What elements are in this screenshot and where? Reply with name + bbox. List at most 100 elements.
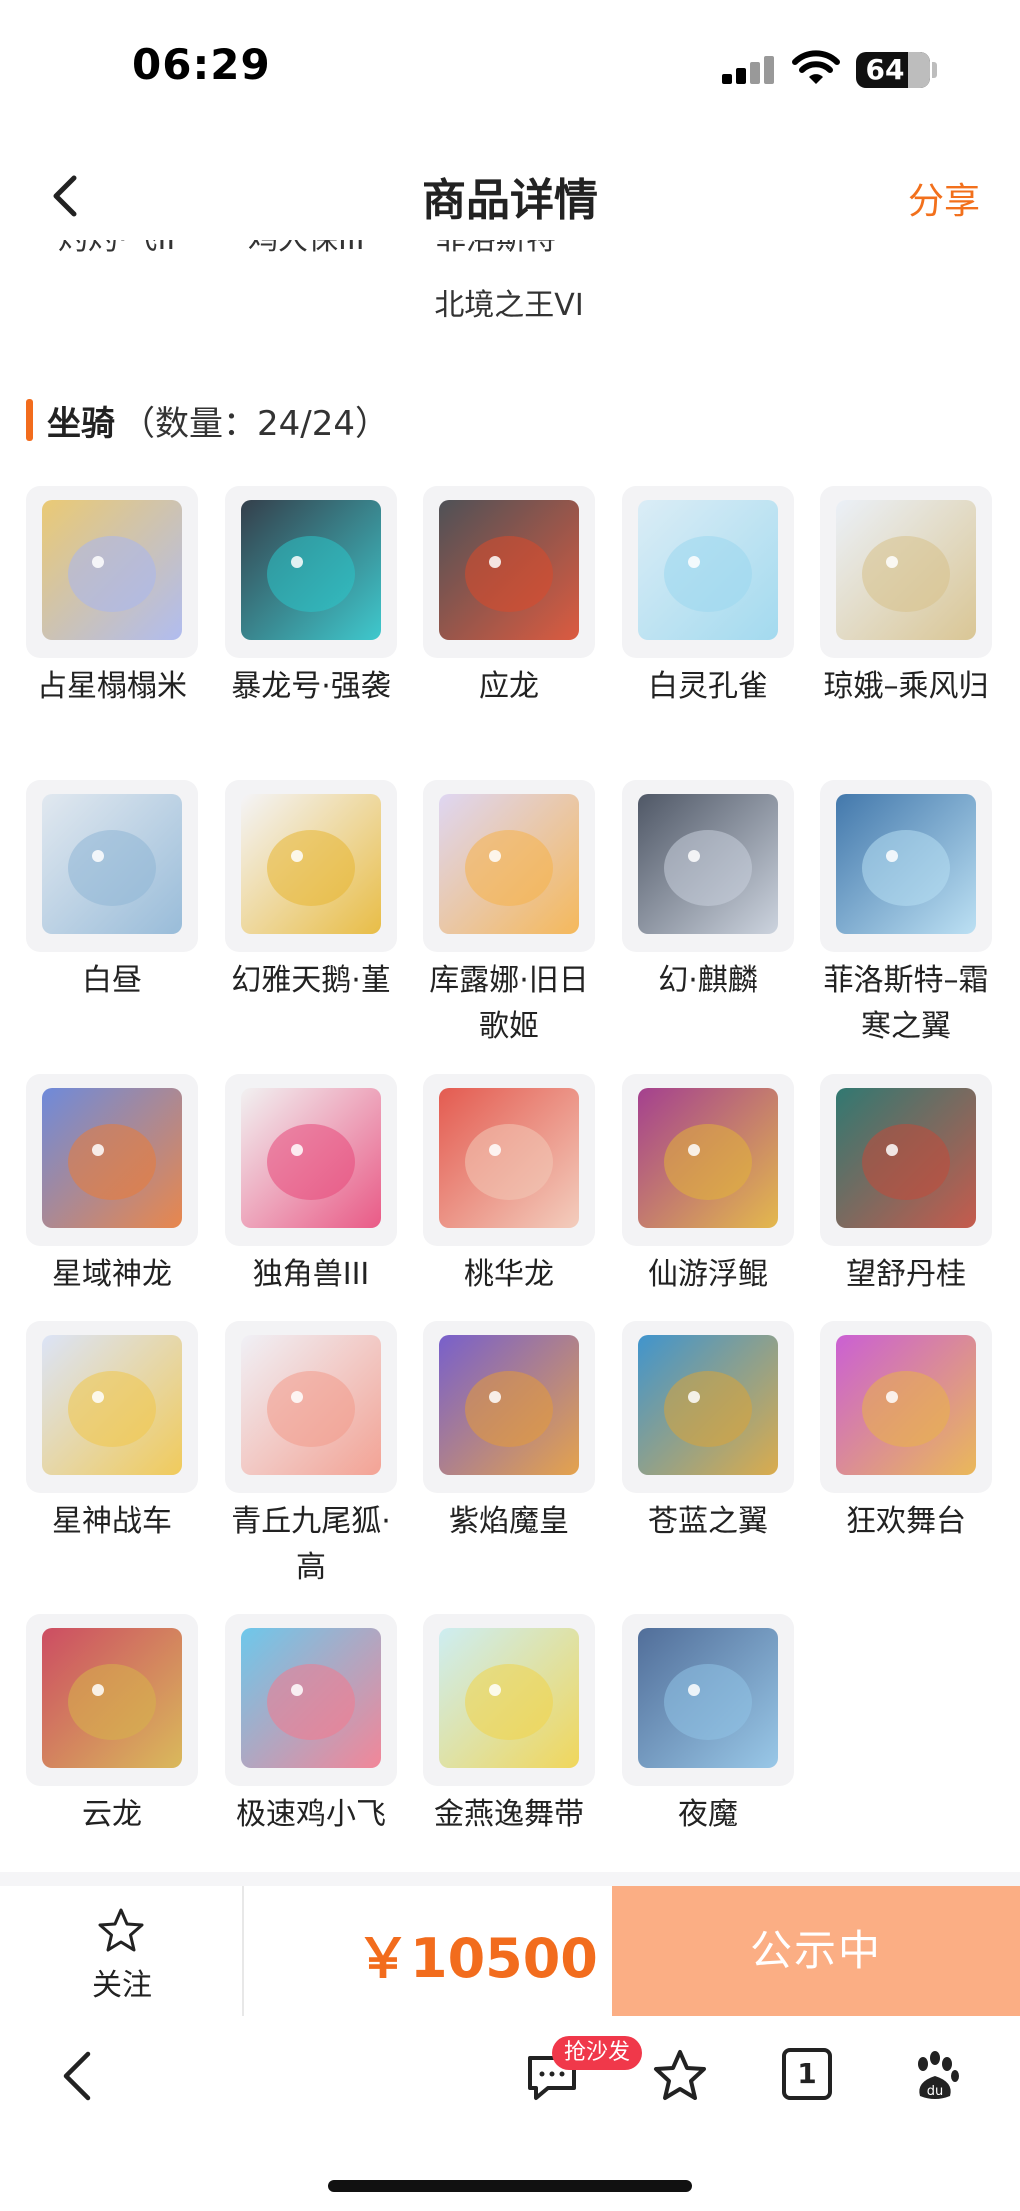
price: ￥10500 (356, 1927, 598, 1990)
page-title: 商品详情 (422, 175, 598, 226)
mount-name: 占星榻榻米 (37, 669, 187, 704)
mount-thumbnail (26, 1074, 198, 1246)
baidu-paw-icon[interactable]: du (906, 2046, 966, 2106)
mount-name: 暴龙号·强袭 (231, 669, 391, 704)
mount-name: 桃华龙 (464, 1257, 554, 1292)
mount-item[interactable]: 占星榻榻米 (26, 486, 198, 710)
mount-thumbnail (225, 486, 397, 658)
browser-toolbar: 抢沙发 1 du (0, 2016, 1020, 2136)
mount-item[interactable]: 幻·麒麟 (622, 780, 794, 1004)
follow-label: 关注 (92, 1968, 152, 2003)
dragon-icon (439, 500, 579, 640)
mount-item[interactable]: 菲洛斯特–霜寒之翼 (820, 780, 992, 1050)
mount-item[interactable]: 云龙 (26, 1614, 198, 1838)
mount-item[interactable]: 应龙 (423, 486, 595, 710)
mount-thumbnail (225, 1614, 397, 1786)
wifi-icon (792, 50, 840, 84)
action-bar: 关注 ￥10500 公示中 (0, 1886, 1020, 2016)
mount-name: 应龙 (479, 669, 539, 704)
mount-item[interactable]: 紫焰魔皇 (423, 1321, 595, 1545)
mount-name: 极速鸡小飞 (236, 1797, 386, 1832)
mount-name: 独角兽III (252, 1257, 370, 1292)
mount-name: 苍蓝之翼 (648, 1504, 768, 1539)
mount-item[interactable]: 桃华龙 (423, 1074, 595, 1298)
cellular-signal-icon (722, 56, 778, 84)
svg-text:du: du (927, 2084, 944, 2099)
previous-item-name: 北境之王VI (434, 288, 584, 323)
mount-thumbnail (225, 780, 397, 952)
nine-tail-fox-icon (241, 1335, 381, 1475)
mount-item[interactable]: 星神战车 (26, 1321, 198, 1545)
tabs-count-button[interactable]: 1 (782, 2048, 832, 2100)
singer-icon (439, 794, 579, 934)
browser-back-icon[interactable] (50, 2046, 110, 2106)
mount-thumbnail (820, 1074, 992, 1246)
mount-name: 紫焰魔皇 (449, 1504, 569, 1539)
star-dragon-icon (42, 1088, 182, 1228)
mount-item[interactable]: 狂欢舞台 (820, 1321, 992, 1545)
mount-name: 青丘九尾狐·高 (231, 1504, 391, 1585)
mount-thumbnail (423, 1074, 595, 1246)
mount-thumbnail (26, 1321, 198, 1493)
mount-thumbnail (26, 486, 198, 658)
mount-item[interactable]: 夜魔 (622, 1614, 794, 1838)
mount-thumbnail (26, 780, 198, 952)
star-tatami-icon (42, 500, 182, 640)
star-outline-icon (98, 1908, 144, 1952)
share-button[interactable]: 分享 (908, 172, 980, 224)
mount-item[interactable]: 白昼 (26, 780, 198, 1004)
mount-item[interactable]: 独角兽III (225, 1074, 397, 1298)
mount-item[interactable]: 琼娥–乘风归 (820, 486, 992, 710)
favorite-star-icon[interactable] (650, 2046, 710, 2106)
mount-thumbnail (423, 1614, 595, 1786)
battery-icon: 64 (856, 52, 930, 88)
night-horse-icon (638, 1628, 778, 1768)
mount-name: 幻雅天鹅·堇 (231, 963, 391, 998)
ribbon-icon (439, 1628, 579, 1768)
frost-wing-icon (836, 794, 976, 934)
battery-tip (932, 62, 937, 78)
purple-phoenix-icon (439, 1335, 579, 1475)
mount-thumbnail (820, 1321, 992, 1493)
peach-dragon-icon (439, 1088, 579, 1228)
mount-item[interactable]: 极速鸡小飞 (225, 1614, 397, 1838)
mount-item[interactable]: 幻雅天鹅·堇 (225, 780, 397, 1004)
divider (0, 1872, 1020, 1886)
mount-thumbnail (423, 1321, 595, 1493)
mount-name: 夜魔 (678, 1797, 738, 1832)
mount-thumbnail (820, 486, 992, 658)
mount-name: 白昼 (82, 963, 142, 998)
unicorn-icon (241, 1088, 381, 1228)
battery-level: 64 (865, 53, 905, 86)
mount-item[interactable]: 金燕逸舞带 (423, 1614, 595, 1838)
navigation-header: 商品详情 分享 (0, 150, 1020, 240)
mount-item[interactable]: 苍蓝之翼 (622, 1321, 794, 1545)
mount-name: 星域神龙 (52, 1257, 172, 1292)
section-label: 坐骑 (47, 403, 115, 444)
mount-name: 白灵孔雀 (648, 669, 768, 704)
mount-item[interactable]: 仙游浮鲲 (622, 1074, 794, 1298)
mount-name: 金燕逸舞带 (434, 1797, 584, 1832)
mount-item[interactable]: 星域神龙 (26, 1074, 198, 1298)
mount-item[interactable]: 库露娜·旧日歌姬 (423, 780, 595, 1050)
public-notice-button[interactable]: 公示中 (612, 1886, 1020, 2016)
mount-item[interactable]: 青丘九尾狐·高 (225, 1321, 397, 1591)
mount-thumbnail (820, 780, 992, 952)
mount-name: 望舒丹桂 (846, 1257, 966, 1292)
blue-eagle-icon (638, 1335, 778, 1475)
mount-thumbnail (622, 1321, 794, 1493)
mount-item[interactable]: 望舒丹桂 (820, 1074, 992, 1298)
chick-icon (241, 1628, 381, 1768)
mount-thumbnail (225, 1074, 397, 1246)
swan-icon (241, 794, 381, 934)
qilin-icon (638, 794, 778, 934)
mount-name: 仙游浮鲲 (648, 1257, 768, 1292)
whale-icon (638, 1088, 778, 1228)
mount-item[interactable]: 白灵孔雀 (622, 486, 794, 710)
mount-name: 幻·麒麟 (658, 963, 758, 998)
follow-button[interactable]: 关注 (0, 1886, 244, 2016)
mount-name: 狂欢舞台 (846, 1504, 966, 1539)
mount-item[interactable]: 暴龙号·强袭 (225, 486, 397, 710)
home-indicator (328, 2180, 692, 2192)
mount-thumbnail (622, 1614, 794, 1786)
